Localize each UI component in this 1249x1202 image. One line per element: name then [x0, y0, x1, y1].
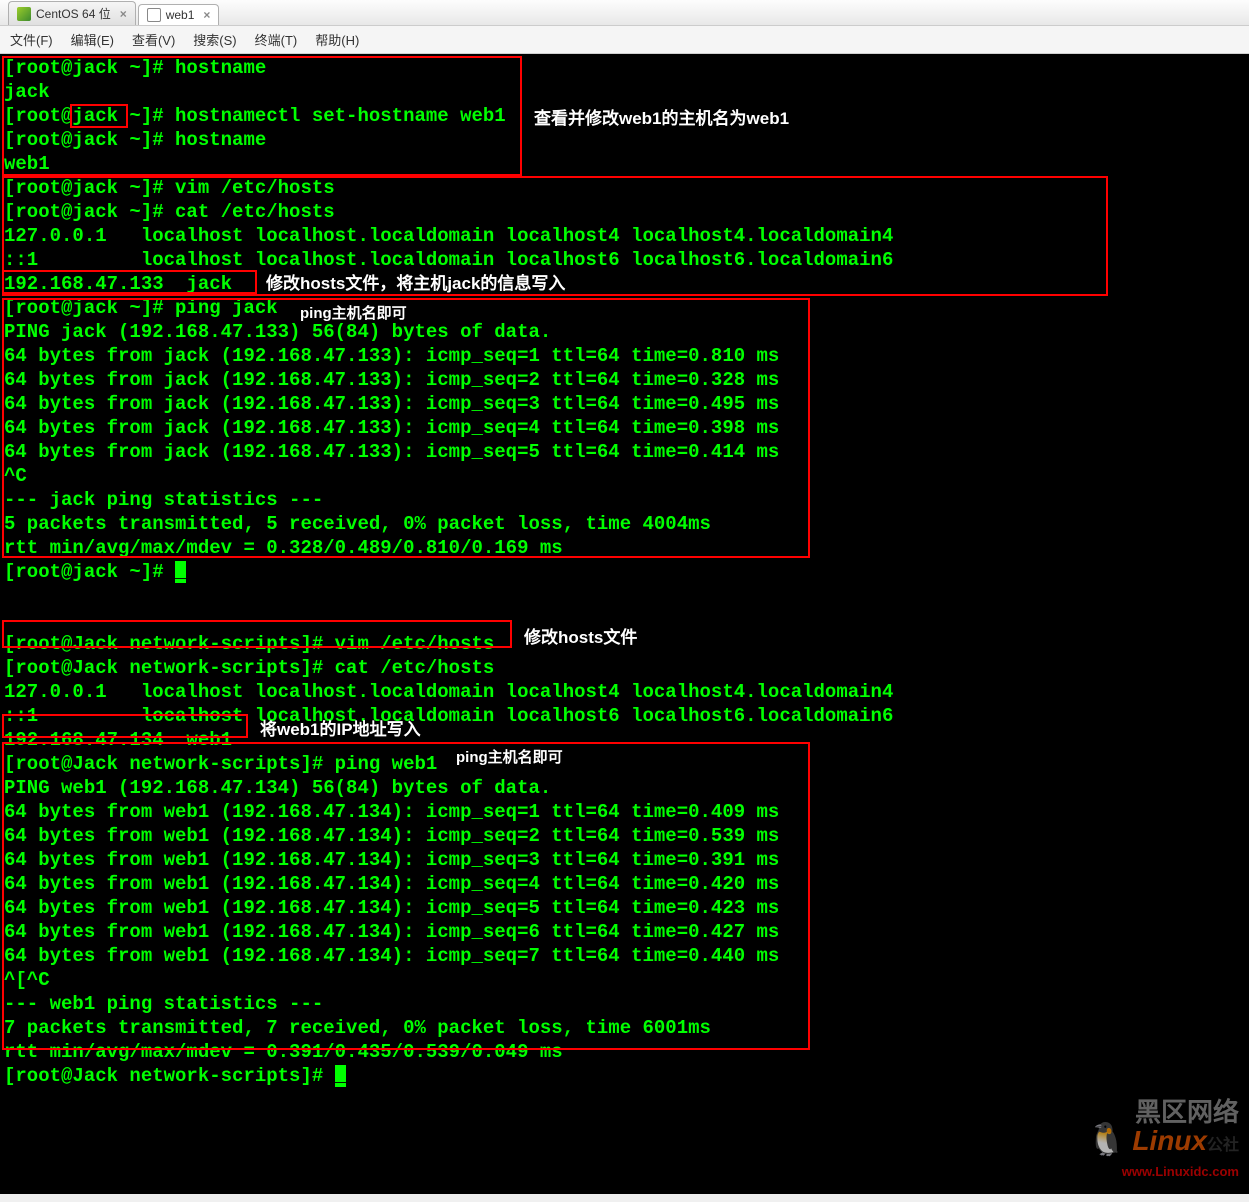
terminal-line: 64 bytes from web1 (192.168.47.134): icm…: [4, 848, 1245, 872]
cursor-icon: _: [335, 1065, 346, 1087]
terminal-line: [root@Jack network-scripts]# _: [4, 1064, 1245, 1088]
terminal-line: [root@Jack network-scripts]# ping web1: [4, 752, 1245, 776]
watermark: 黑区网络 🐧 Linux公社 www.Linuxidc.com: [1087, 1100, 1239, 1184]
tab-label: web1: [166, 8, 195, 22]
terminal-line: 64 bytes from jack (192.168.47.133): icm…: [4, 344, 1245, 368]
document-icon: [147, 8, 161, 22]
terminal-line: [root@Jack network-scripts]# cat /etc/ho…: [4, 656, 1245, 680]
terminal-line: 64 bytes from jack (192.168.47.133): icm…: [4, 416, 1245, 440]
cursor-icon: _: [175, 561, 186, 583]
terminal-line: --- web1 ping statistics ---: [4, 992, 1245, 1016]
annotation-text: 查看并修改web1的主机名为web1: [534, 107, 789, 131]
terminal-line: 7 packets transmitted, 7 received, 0% pa…: [4, 1016, 1245, 1040]
terminal-line: 64 bytes from web1 (192.168.47.134): icm…: [4, 920, 1245, 944]
terminal-line: --- jack ping statistics ---: [4, 488, 1245, 512]
terminal-line: 127.0.0.1 localhost localhost.localdomai…: [4, 224, 1245, 248]
menu-help[interactable]: 帮助(H): [315, 30, 359, 49]
annotation-text: ping主机名即可: [456, 746, 563, 770]
terminal-line: rtt min/avg/max/mdev = 0.391/0.435/0.539…: [4, 1040, 1245, 1064]
terminal-line: PING web1 (192.168.47.134) 56(84) bytes …: [4, 776, 1245, 800]
tab-bar: CentOS 64 位 × web1 ×: [0, 0, 1249, 26]
terminal-line: [root@jack ~]# cat /etc/hosts: [4, 200, 1245, 224]
terminal-line: [root@jack ~]# ping jack: [4, 296, 1245, 320]
terminal-line: [4, 584, 1245, 608]
terminal-line: [root@jack ~]# vim /etc/hosts: [4, 176, 1245, 200]
terminal-line: [root@jack ~]# _: [4, 560, 1245, 584]
terminal-line: 64 bytes from jack (192.168.47.133): icm…: [4, 392, 1245, 416]
annotation-text: 将web1的IP地址写入: [260, 718, 421, 742]
terminal-line: 64 bytes from jack (192.168.47.133): icm…: [4, 368, 1245, 392]
terminal-line: 5 packets transmitted, 5 received, 0% pa…: [4, 512, 1245, 536]
tab-label: CentOS 64 位: [36, 5, 111, 22]
terminal-line: 64 bytes from web1 (192.168.47.134): icm…: [4, 824, 1245, 848]
penguin-icon: 🐧: [1087, 1121, 1127, 1157]
menu-terminal[interactable]: 终端(T): [255, 30, 298, 49]
terminal-line: web1: [4, 152, 1245, 176]
watermark-url: www.Linuxidc.com: [1122, 1164, 1239, 1179]
watermark-heiqu: 黑区网络: [1135, 1097, 1239, 1127]
terminal-line: 64 bytes from web1 (192.168.47.134): icm…: [4, 872, 1245, 896]
terminal-line: 127.0.0.1 localhost localhost.localdomai…: [4, 680, 1245, 704]
tab-centos[interactable]: CentOS 64 位 ×: [8, 1, 136, 25]
terminal-line: 192.168.47.133 jack: [4, 272, 1245, 296]
terminal-line: 64 bytes from web1 (192.168.47.134): icm…: [4, 800, 1245, 824]
menu-view[interactable]: 查看(V): [132, 30, 175, 49]
annotation-text: 修改hosts文件，将主机jack的信息写入: [266, 272, 565, 296]
terminal-line: [root@jack ~]# hostname: [4, 56, 1245, 80]
terminal-line: jack: [4, 80, 1245, 104]
tab-web1[interactable]: web1 ×: [138, 4, 220, 25]
terminal-line: 64 bytes from web1 (192.168.47.134): icm…: [4, 944, 1245, 968]
terminal-line: ^[^C: [4, 968, 1245, 992]
terminal-line: ::1 localhost localhost.localdomain loca…: [4, 248, 1245, 272]
terminal-line: PING jack (192.168.47.133) 56(84) bytes …: [4, 320, 1245, 344]
watermark-suffix: 公社: [1207, 1137, 1239, 1154]
annotation-text: ping主机名即可: [300, 302, 407, 326]
terminal-line: ::1 localhost localhost.localdomain loca…: [4, 704, 1245, 728]
annotation-text: 修改hosts文件: [524, 626, 637, 650]
menu-edit[interactable]: 编辑(E): [71, 30, 114, 49]
terminal-line: 64 bytes from jack (192.168.47.133): icm…: [4, 440, 1245, 464]
terminal-line: 64 bytes from web1 (192.168.47.134): icm…: [4, 896, 1245, 920]
close-icon[interactable]: ×: [203, 8, 210, 22]
terminal-line: ^C: [4, 464, 1245, 488]
terminal-line: rtt min/avg/max/mdev = 0.328/0.489/0.810…: [4, 536, 1245, 560]
watermark-logo: Linux: [1132, 1125, 1207, 1156]
menu-bar: 文件(F) 编辑(E) 查看(V) 搜索(S) 终端(T) 帮助(H): [0, 26, 1249, 54]
menu-file[interactable]: 文件(F): [10, 30, 53, 49]
close-icon[interactable]: ×: [120, 7, 127, 21]
menu-search[interactable]: 搜索(S): [193, 30, 236, 49]
terminal-line: 192.168.47.134 web1: [4, 728, 1245, 752]
terminal-output[interactable]: [root@jack ~]# hostname jack [root@jack …: [0, 54, 1249, 1194]
terminal-line: [root@jack ~]# hostname: [4, 128, 1245, 152]
centos-icon: [17, 7, 31, 21]
